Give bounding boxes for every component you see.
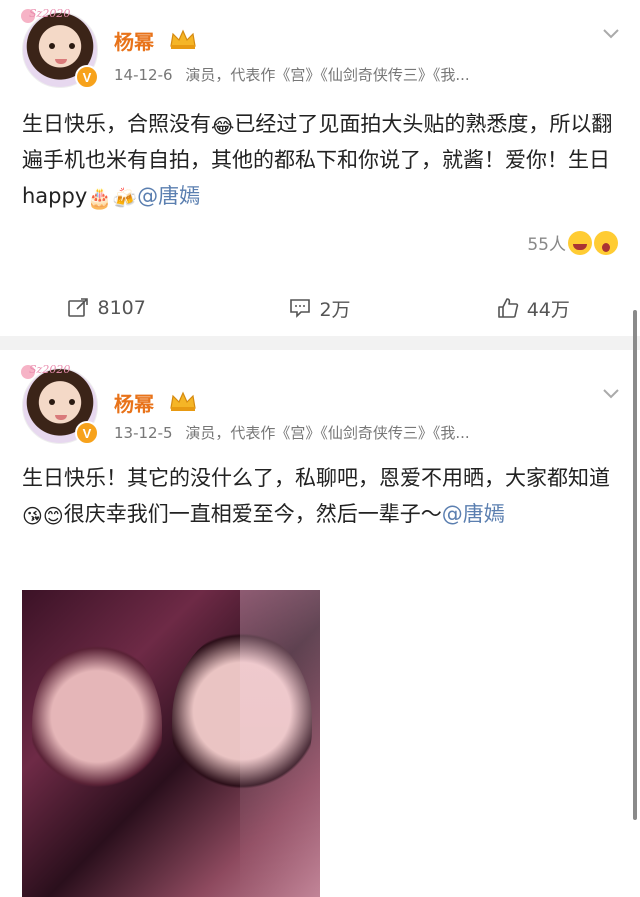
post-text-part1: 生日快乐！其它的没什么了，私聊吧，恩爱不用晒，大家都知道 xyxy=(22,466,610,490)
post-meta: 14-12-6 演员，代表作《宫》《仙剑奇侠传三》《我... xyxy=(114,64,478,85)
post-text-part1: 生日快乐，合照没有 xyxy=(22,112,211,136)
comment-icon xyxy=(290,299,311,318)
weibo-post-2: Sz2020 V 杨幂 13-12-5 演员，代表作《宫》《仙剑奇侠传三》《我.… xyxy=(0,350,640,897)
comment-button[interactable]: 2万 xyxy=(213,285,426,331)
action-bar: 8107 2万 44万 xyxy=(0,285,640,331)
repost-button[interactable]: 8107 xyxy=(0,285,213,331)
weibo-post-1: Sz2020 V 杨幂 14-12-6 演员，代表作《宫》《仙剑奇侠传三》《我.… xyxy=(0,0,640,336)
post-text: 生日快乐，合照没有😂已经过了见面拍大头贴的熟悉度，所以翻遍手机也米有自拍，其他的… xyxy=(22,106,618,214)
post-meta: 13-12-5 演员，代表作《宫》《仙剑奇侠传三》《我... xyxy=(114,422,478,443)
kiss-emoji-icon: 😘 xyxy=(22,504,43,528)
beer-emoji-icon: 🍻 xyxy=(112,186,138,210)
laughing-tears-emoji-icon: 😂 xyxy=(211,114,235,138)
mention-link[interactable]: @唐嫣 xyxy=(442,502,505,526)
photo-person-left xyxy=(32,640,162,810)
post-separator xyxy=(0,336,640,350)
author-description: 演员，代表作《宫》《仙剑奇侠传三》《我... xyxy=(185,424,470,442)
like-button[interactable]: 44万 xyxy=(427,285,640,331)
chevron-down-icon[interactable] xyxy=(602,384,620,402)
repost-count: 8107 xyxy=(97,297,146,319)
verified-badge-icon: V xyxy=(75,421,99,445)
liked-by-line[interactable]: 55人 xyxy=(527,230,618,255)
author-description: 演员，代表作《宫》《仙剑奇侠传三》《我... xyxy=(185,66,470,84)
comment-count: 2万 xyxy=(319,298,351,321)
post-date: 14-12-6 xyxy=(114,66,173,84)
grin-emoji-icon xyxy=(568,230,592,255)
like-count: 44万 xyxy=(526,298,570,321)
avatar-deco-text: Sz2020 xyxy=(29,7,71,20)
author-avatar[interactable]: Sz2020 V xyxy=(21,7,99,89)
post-text: 生日快乐！其它的没什么了，私聊吧，恩爱不用晒，大家都知道 😘😊很庆幸我们一直相爱至… xyxy=(22,460,618,532)
post-photo[interactable] xyxy=(22,590,320,897)
post-date: 13-12-5 xyxy=(114,424,173,442)
mention-link[interactable]: @唐嫣 xyxy=(137,184,200,208)
crown-icon xyxy=(170,29,196,49)
chevron-down-icon[interactable] xyxy=(602,24,620,42)
scrollbar[interactable] xyxy=(633,310,637,820)
post-text-part2: 很庆幸我们一直相爱至今，然后一辈子～ xyxy=(63,502,442,526)
crown-icon xyxy=(170,391,196,411)
author-name[interactable]: 杨幂 xyxy=(114,26,154,55)
cake-emoji-icon: 🎂 xyxy=(87,186,113,210)
smile-emoji-icon: 😊 xyxy=(42,504,64,528)
author-avatar[interactable]: Sz2020 V xyxy=(21,363,99,445)
author-name[interactable]: 杨幂 xyxy=(114,388,154,417)
liked-count: 55人 xyxy=(527,235,566,255)
verified-badge-icon: V xyxy=(75,65,99,89)
repost-icon xyxy=(68,298,89,317)
thumbs-up-icon xyxy=(497,298,518,318)
surprised-emoji-icon xyxy=(594,230,618,255)
avatar-deco-text: Sz2020 xyxy=(29,363,71,376)
